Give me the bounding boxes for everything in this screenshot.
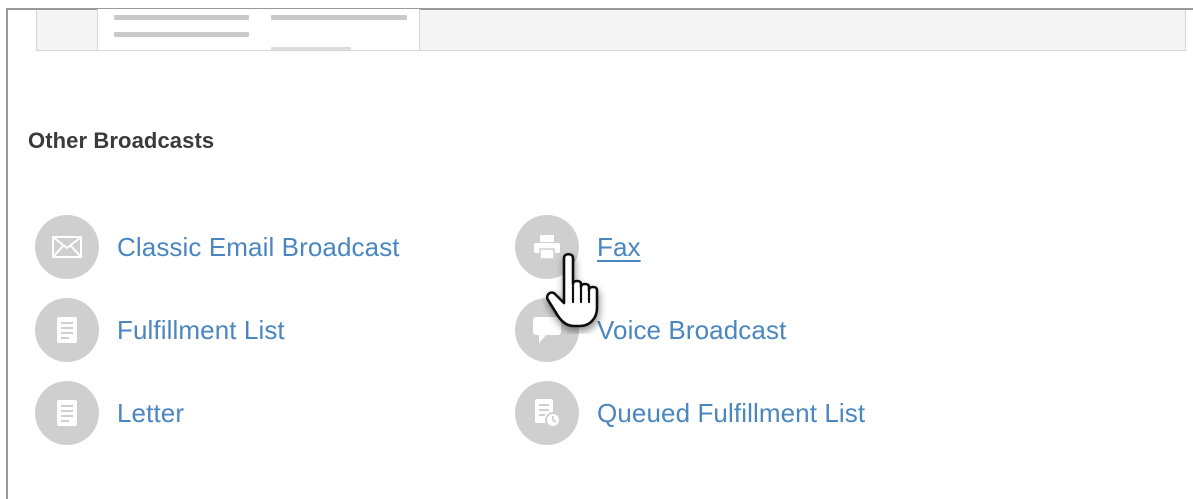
envelope-icon <box>35 215 99 279</box>
placeholder-line <box>271 47 351 50</box>
letter-link[interactable]: Letter <box>35 381 184 445</box>
queued-document-icon <box>515 381 579 445</box>
placeholder-line <box>114 32 249 37</box>
queued-fulfillment-list-link[interactable]: Queued Fulfillment List <box>515 381 865 445</box>
tab-card-placeholder[interactable] <box>97 9 420 50</box>
item-label[interactable]: Fulfillment List <box>117 315 285 346</box>
fulfillment-list-link[interactable]: Fulfillment List <box>35 298 285 362</box>
item-label[interactable]: Fax <box>597 232 641 263</box>
item-label[interactable]: Classic Email Broadcast <box>117 232 400 263</box>
voice-broadcast-link[interactable]: Voice Broadcast <box>515 298 786 362</box>
speech-bubble-icon <box>515 298 579 362</box>
document-icon <box>35 298 99 362</box>
item-label[interactable]: Voice Broadcast <box>597 315 786 346</box>
tab-strip <box>36 9 1186 51</box>
classic-email-broadcast-link[interactable]: Classic Email Broadcast <box>35 215 400 279</box>
fax-link[interactable]: Fax <box>515 215 641 279</box>
placeholder-line <box>271 15 407 20</box>
section-title: Other Broadcasts <box>28 128 215 153</box>
document-icon <box>35 381 99 445</box>
item-label[interactable]: Queued Fulfillment List <box>597 398 865 429</box>
item-label[interactable]: Letter <box>117 398 184 429</box>
placeholder-line <box>114 15 249 20</box>
printer-icon <box>515 215 579 279</box>
